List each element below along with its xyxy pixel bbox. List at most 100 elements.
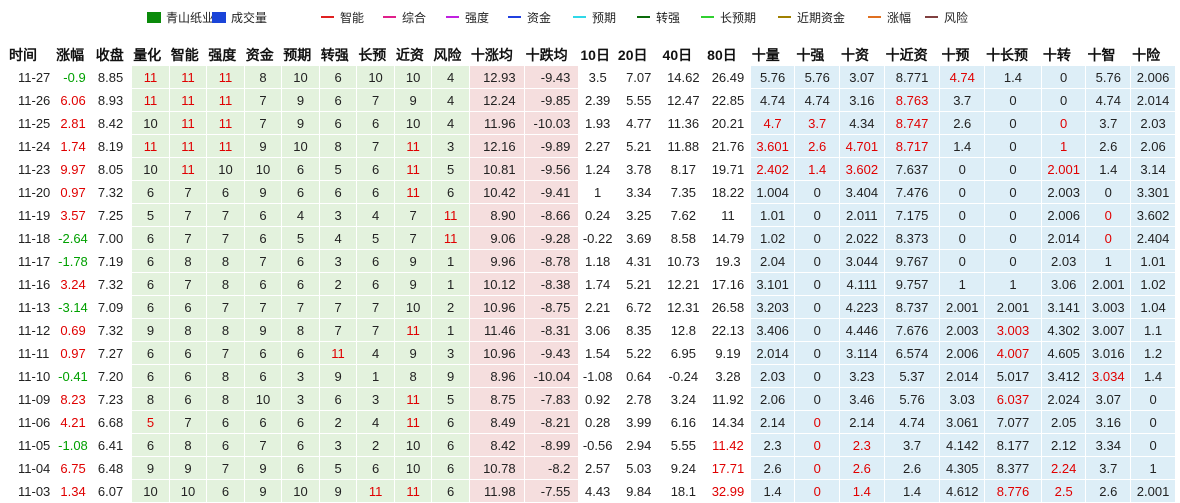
table-cell: -0.9 bbox=[54, 66, 95, 89]
table-cell: 11-03 bbox=[8, 479, 56, 503]
table-cell: 0 bbox=[794, 295, 841, 319]
table-cell: 6 bbox=[356, 456, 395, 480]
table-cell: 8 bbox=[169, 249, 208, 273]
table-cell: 5.76 bbox=[1085, 66, 1132, 89]
column-header: 20日 bbox=[616, 44, 662, 66]
table-cell: 7 bbox=[244, 249, 283, 273]
table-cell: 9 bbox=[394, 88, 433, 112]
table-cell: 2.3 bbox=[750, 433, 796, 457]
table-cell: 6 bbox=[131, 249, 170, 273]
table-cell: 3.16 bbox=[1085, 410, 1132, 434]
table-cell: 1.4 bbox=[750, 479, 796, 503]
table-cell: 6 bbox=[356, 157, 395, 181]
table-cell: 11 bbox=[394, 410, 433, 434]
table-cell: 1 bbox=[1130, 456, 1176, 480]
column-header: 十长预 bbox=[984, 44, 1042, 66]
table-cell: -0.41 bbox=[54, 364, 95, 388]
table-cell: 19.3 bbox=[705, 249, 751, 273]
table-cell: 6 bbox=[281, 341, 320, 365]
table-cell: 9 bbox=[244, 180, 283, 204]
table-cell: 0 bbox=[939, 180, 986, 204]
table-cell: -9.43 bbox=[524, 341, 580, 365]
table-cell: 2.78 bbox=[616, 387, 662, 411]
table-cell: 3.34 bbox=[1085, 433, 1132, 457]
table-cell: 11 bbox=[206, 66, 245, 89]
table-cell: 4.21 bbox=[54, 410, 95, 434]
table-cell: 6.72 bbox=[616, 295, 662, 319]
table-cell: 6 bbox=[281, 410, 320, 434]
table-cell: 0 bbox=[1130, 387, 1176, 411]
table-cell: 4.305 bbox=[939, 456, 986, 480]
table-cell: 22.85 bbox=[705, 88, 751, 112]
table-cell: 9.19 bbox=[705, 341, 751, 365]
table-cell: 9.757 bbox=[884, 272, 941, 296]
table-cell: 1 bbox=[1085, 249, 1132, 273]
table-cell: 4 bbox=[356, 410, 395, 434]
table-row: 11-13 -3.14 7.09 6 6 7 7 7 7 7 10 2 10.96 -8.75 2.21 6.… bbox=[8, 295, 1176, 319]
table-cell: 1 bbox=[984, 272, 1042, 296]
table-row: 11-03 1.34 6.07 10 10 6 9 10 9 11 11 6 11.98 -7.55 4.4… bbox=[8, 479, 1176, 503]
table-cell: 8.373 bbox=[884, 226, 941, 250]
table-cell: 7 bbox=[206, 456, 245, 480]
table-cell: 19.71 bbox=[705, 157, 751, 181]
table-cell: 11-25 bbox=[8, 111, 56, 135]
table-cell: 9 bbox=[431, 364, 470, 388]
table-cell: 5 bbox=[131, 410, 170, 434]
table-cell: 8.49 bbox=[469, 410, 525, 434]
table-cell: 6 bbox=[206, 180, 245, 204]
table-cell: 4.7 bbox=[750, 111, 796, 135]
legend-item: 智能 bbox=[321, 9, 364, 25]
table-cell: 10 bbox=[394, 66, 433, 89]
table-cell: 10 bbox=[131, 157, 170, 181]
table-cell: -8.99 bbox=[524, 433, 580, 457]
table-cell: 6 bbox=[169, 341, 208, 365]
table-cell: 8 bbox=[394, 364, 433, 388]
table-cell: 7 bbox=[319, 318, 358, 342]
table-cell: -10.04 bbox=[524, 364, 580, 388]
table-cell: 0 bbox=[794, 456, 841, 480]
table-cell: 3.602 bbox=[1130, 203, 1176, 227]
table-cell: 5 bbox=[131, 203, 170, 227]
table-cell: 10 bbox=[394, 456, 433, 480]
table-cell: 1.4 bbox=[1130, 364, 1176, 388]
table-cell: 4.446 bbox=[839, 318, 885, 342]
table-cell: 3.69 bbox=[616, 226, 662, 250]
table-cell: 6 bbox=[281, 456, 320, 480]
column-header: 预期 bbox=[281, 44, 320, 66]
table-cell: 7 bbox=[394, 203, 433, 227]
legend-item: 涨幅 bbox=[868, 9, 911, 25]
table-row: 11-09 8.23 7.23 8 6 8 10 3 6 3 11 5 8.75 -7.83 0.92 2.7… bbox=[8, 387, 1176, 411]
table-cell: 0 bbox=[794, 318, 841, 342]
table-cell: 11 bbox=[169, 157, 208, 181]
table-cell: -9.28 bbox=[524, 226, 580, 250]
table-cell: 8.776 bbox=[984, 479, 1042, 503]
table-cell: 2.27 bbox=[578, 134, 617, 158]
table-cell: 8.42 bbox=[469, 433, 525, 457]
table-cell: 2.6 bbox=[839, 456, 885, 480]
table-cell: 10 bbox=[206, 157, 245, 181]
table-cell: 4.605 bbox=[1041, 341, 1087, 365]
table-cell: 4 bbox=[431, 111, 470, 135]
table-row: 11-17 -1.78 7.19 6 8 8 7 6 3 6 9 1 9.96 -8.78 1.18 4.31… bbox=[8, 249, 1176, 273]
table-cell: 6 bbox=[319, 88, 358, 112]
table-cell: 18.1 bbox=[661, 479, 707, 503]
table-cell: 14.34 bbox=[705, 410, 751, 434]
table-cell: 0 bbox=[1041, 66, 1087, 89]
table-cell: 5 bbox=[319, 157, 358, 181]
table-cell: -9.56 bbox=[524, 157, 580, 181]
table-cell: 2.6 bbox=[939, 111, 986, 135]
column-header: 十涨均 bbox=[469, 44, 525, 66]
table-cell: 4.74 bbox=[794, 88, 841, 112]
table-cell: 8.75 bbox=[469, 387, 525, 411]
table-cell: 8.23 bbox=[54, 387, 95, 411]
legend-line bbox=[383, 16, 396, 18]
table-cell: 10.96 bbox=[469, 295, 525, 319]
column-header: 长预 bbox=[356, 44, 395, 66]
table-cell: -8.31 bbox=[524, 318, 580, 342]
table-cell: 11.88 bbox=[661, 134, 707, 158]
table-cell: 7.676 bbox=[884, 318, 941, 342]
table-cell: 4 bbox=[356, 203, 395, 227]
table-cell: 12.24 bbox=[469, 88, 525, 112]
table-cell: 7 bbox=[244, 88, 283, 112]
table-cell: 3.07 bbox=[1085, 387, 1132, 411]
